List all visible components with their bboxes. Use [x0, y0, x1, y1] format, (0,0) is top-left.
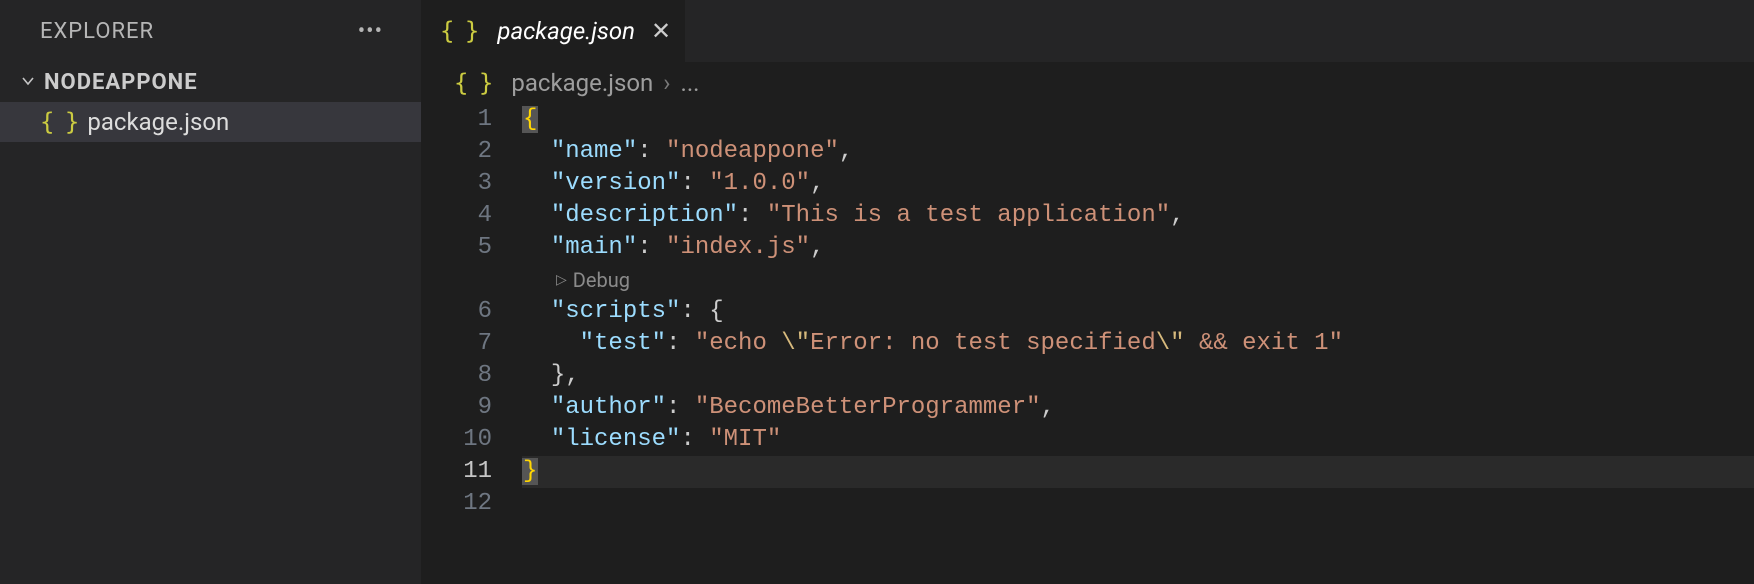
line-number: 3: [422, 168, 492, 200]
line-number: 2: [422, 136, 492, 168]
line-number: 12: [422, 488, 492, 520]
line-number: 1: [422, 104, 492, 136]
json-file-icon: { }: [440, 17, 477, 45]
code-editor[interactable]: 1 2 3 4 5 6 7 8 9 10 11 12 { "name": "no…: [422, 104, 1754, 584]
file-item-package-json[interactable]: { } package.json: [0, 102, 421, 142]
play-icon: ▷: [556, 264, 567, 296]
file-item-label: package.json: [87, 108, 229, 136]
chevron-right-icon: ›: [663, 69, 670, 97]
explorer-title: EXPLORER: [40, 19, 154, 44]
line-number: 6: [422, 296, 492, 328]
json-file-icon: { }: [454, 69, 491, 97]
line-number: 5: [422, 232, 492, 264]
tab-package-json[interactable]: { } package.json ✕: [422, 0, 685, 62]
codelens-debug[interactable]: ▷Debug: [522, 264, 1754, 296]
line-number: 9: [422, 392, 492, 424]
breadcrumb[interactable]: { } package.json › ...: [422, 62, 1754, 104]
line-number: 8: [422, 360, 492, 392]
editor-area: { } package.json ✕ { } package.json › ..…: [422, 0, 1754, 584]
chevron-down-icon: [20, 70, 38, 95]
line-number: 10: [422, 424, 492, 456]
close-icon[interactable]: ✕: [651, 17, 671, 45]
explorer-header: EXPLORER •••: [0, 0, 421, 62]
folder-header[interactable]: NODEAPPONE: [0, 62, 421, 102]
explorer-sidebar: EXPLORER ••• NODEAPPONE { } package.json: [0, 0, 422, 584]
tab-label: package.json: [497, 17, 635, 45]
breadcrumb-file: package.json: [511, 69, 653, 97]
tab-bar: { } package.json ✕: [422, 0, 1754, 62]
line-number: 4: [422, 200, 492, 232]
line-number-gutter: 1 2 3 4 5 6 7 8 9 10 11 12: [422, 104, 522, 584]
ellipsis-icon[interactable]: •••: [358, 19, 401, 44]
json-file-icon: { }: [40, 108, 77, 136]
code-content[interactable]: { "name": "nodeappone", "version": "1.0.…: [522, 104, 1754, 584]
codelens-label: Debug: [573, 264, 630, 296]
line-number: [422, 264, 492, 296]
breadcrumb-tail: ...: [681, 69, 700, 97]
line-number: 11: [422, 456, 492, 488]
line-number: 7: [422, 328, 492, 360]
folder-name: NODEAPPONE: [44, 70, 198, 95]
